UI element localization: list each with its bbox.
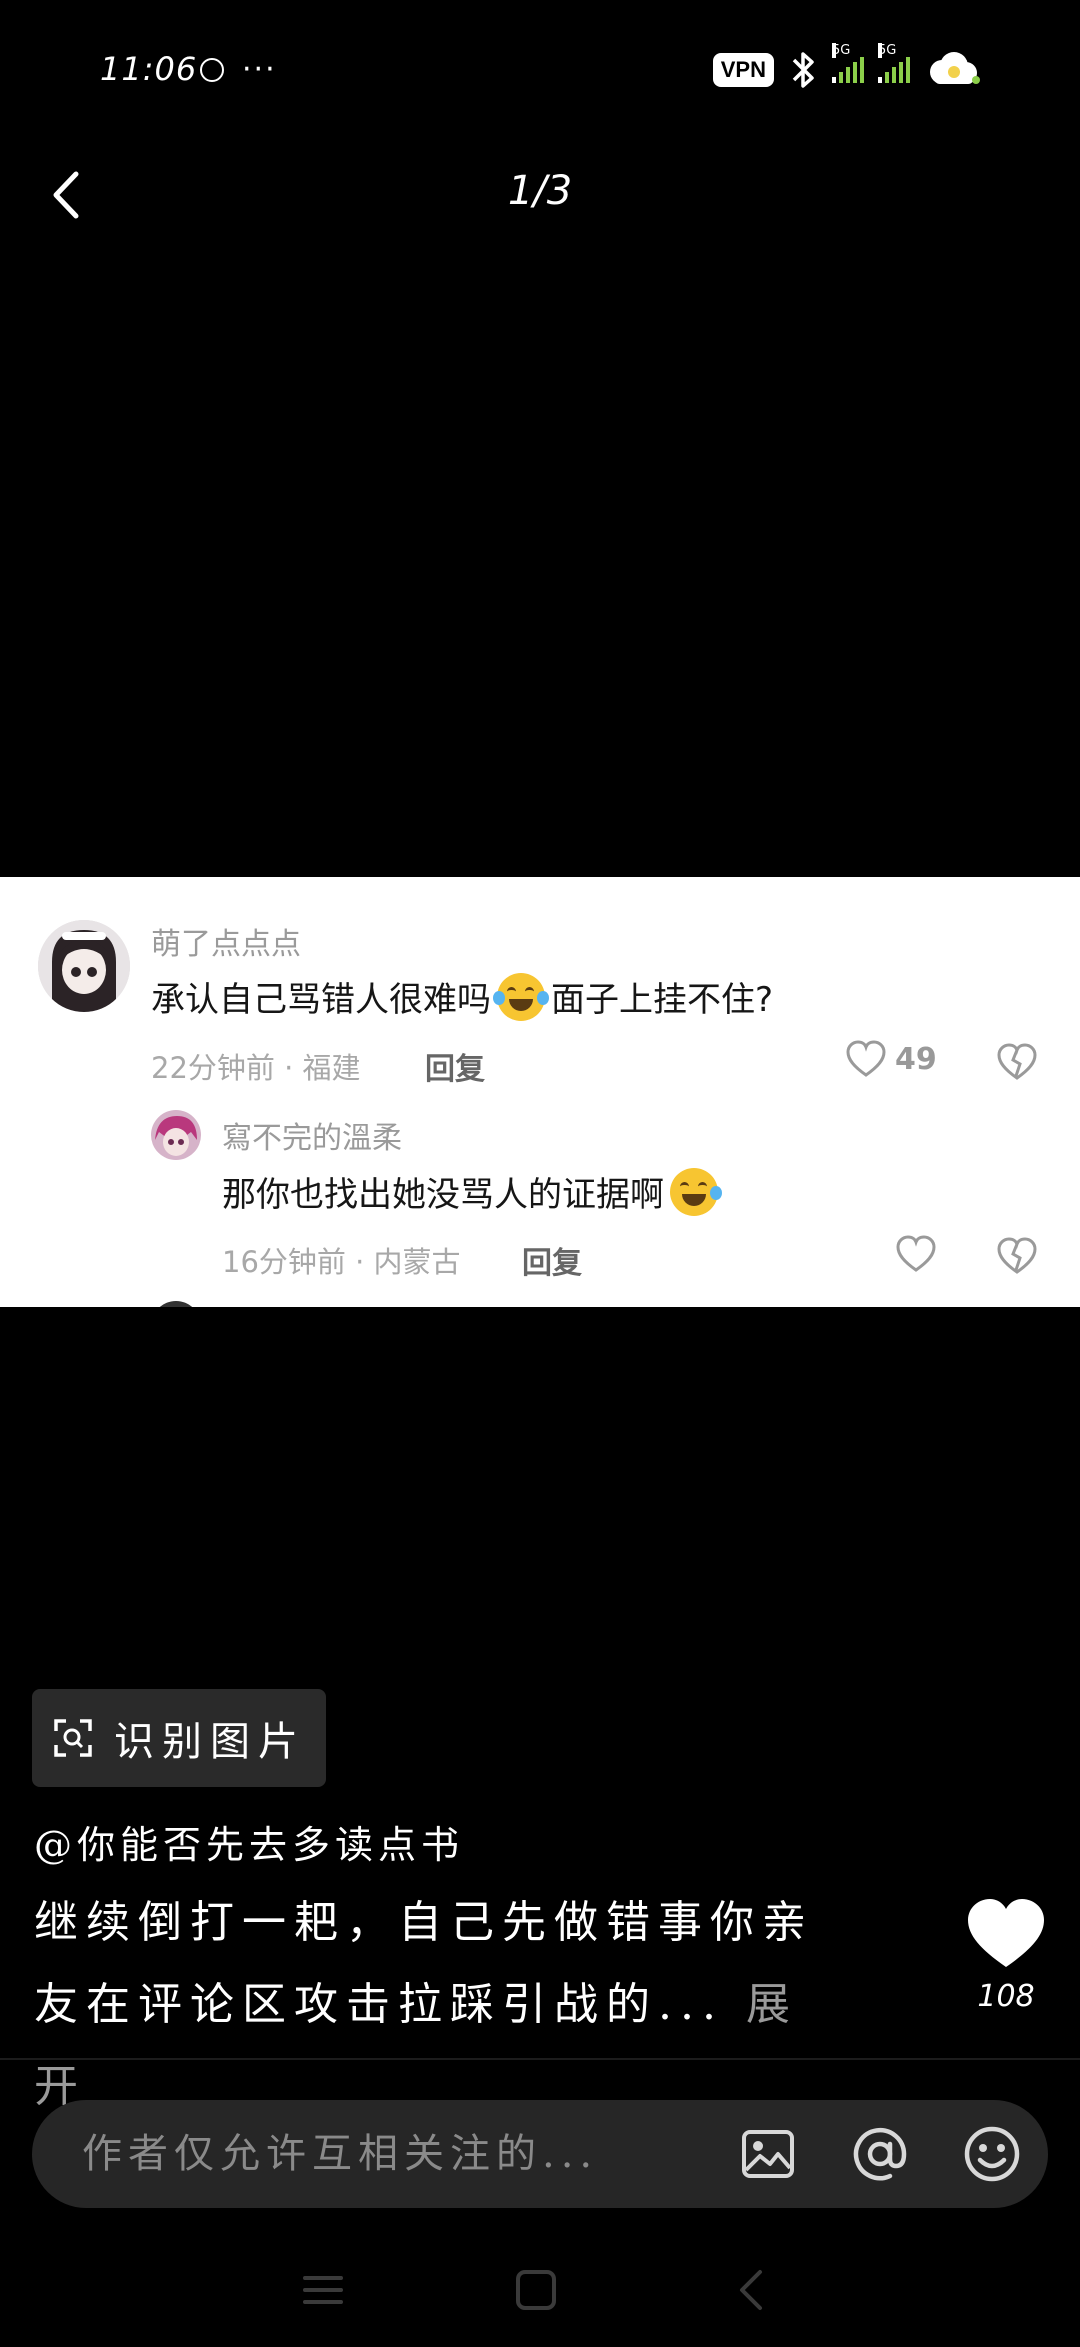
scan-icon xyxy=(54,1719,92,1757)
avatar xyxy=(38,920,130,1012)
signal-sim1-icon: 5G xyxy=(832,43,864,83)
comment-username: 萌了点点点 xyxy=(151,927,301,962)
page-indicator: 1/3 xyxy=(507,168,573,214)
vpn-badge: VPN xyxy=(712,53,774,87)
heart-icon xyxy=(846,1040,886,1077)
bluetooth-icon xyxy=(792,52,814,88)
emoji-icon xyxy=(964,2126,1020,2182)
notification-icon xyxy=(200,58,224,82)
back-triangle-icon xyxy=(740,2270,762,2310)
at-icon xyxy=(853,2127,907,2181)
reply-button: 回复 xyxy=(522,1246,582,1281)
like-count: 49 xyxy=(895,1041,937,1077)
broken-heart-icon xyxy=(997,1237,1037,1274)
image-icon xyxy=(742,2130,794,2178)
back-nav-button[interactable] xyxy=(722,2260,782,2320)
comment-username: 寫不完的溫柔 xyxy=(222,1121,402,1156)
like-button: 49 xyxy=(845,1039,937,1079)
status-bar: 11:06 ··· VPN 5G 5G xyxy=(0,0,1080,140)
avatar xyxy=(151,1110,201,1160)
dislike-button xyxy=(996,1236,1038,1280)
signal-sim2-icon: 5G xyxy=(878,43,910,83)
dislike-button xyxy=(996,1042,1038,1086)
menu-icon xyxy=(303,2276,343,2304)
status-right-icons: VPN 5G 5G xyxy=(712,43,980,90)
comment-meta: 16分钟前 · 内蒙古 xyxy=(222,1245,461,1279)
divider xyxy=(0,2058,1080,2060)
comment-input-bar xyxy=(32,2100,1048,2208)
laugh-cry-emoji-icon xyxy=(493,972,549,1021)
system-nav-bar xyxy=(0,2240,1080,2347)
like-button xyxy=(895,1234,937,1274)
mention-button[interactable] xyxy=(848,2122,912,2186)
heart-icon xyxy=(896,1235,936,1272)
caption-author-mention[interactable]: @你能否先去多读点书 xyxy=(34,1814,464,1869)
comment-text-part: 承认自己骂错人很难吗 xyxy=(151,980,491,1020)
menu-nav-button[interactable] xyxy=(293,2260,353,2320)
comment-text: 承认自己骂错人很难吗 面子上挂不住? xyxy=(151,972,773,1021)
status-left-icons: ··· xyxy=(200,52,277,87)
home-nav-button[interactable] xyxy=(506,2260,566,2320)
comment-screenshot-image[interactable]: 萌了点点点 承认自己骂错人很难吗 面子上挂不住? 22分钟前 · 福建 回复 4… xyxy=(0,877,1080,1307)
image-button[interactable] xyxy=(736,2122,800,2186)
home-square-icon xyxy=(516,2270,556,2310)
like-button[interactable]: 108 xyxy=(958,1895,1054,2014)
more-notifications-icon: ··· xyxy=(242,52,277,87)
caption-body: 继续倒打一耙，自己先做错事你亲友在评论区攻击拉踩引战的... xyxy=(34,1897,814,2030)
reply-button: 回复 xyxy=(425,1052,485,1087)
recognize-image-button[interactable]: 识别图片 xyxy=(32,1689,326,1787)
crying-emoji-icon xyxy=(670,1167,722,1216)
comment-meta: 22分钟前 · 福建 xyxy=(151,1051,361,1085)
next-avatar-partial xyxy=(151,1301,201,1307)
comment-text: 那你也找出她没骂人的证据啊 xyxy=(222,1167,722,1216)
weather-cloud-icon xyxy=(930,52,980,84)
comment-text-part: 那你也找出她没骂人的证据啊 xyxy=(222,1175,664,1215)
caption-text: 继续倒打一耙，自己先做错事你亲友在评论区攻击拉踩引战的... 展开 xyxy=(34,1882,834,2128)
emoji-button[interactable] xyxy=(960,2122,1024,2186)
like-count: 108 xyxy=(977,1979,1035,2014)
broken-heart-icon xyxy=(997,1043,1037,1080)
comment-text-part: 面子上挂不住? xyxy=(551,980,774,1020)
heart-icon xyxy=(968,1899,1044,1967)
status-time: 11:06 xyxy=(100,50,198,88)
recognize-image-label: 识别图片 xyxy=(114,1719,306,1765)
comment-input[interactable] xyxy=(82,2131,688,2177)
